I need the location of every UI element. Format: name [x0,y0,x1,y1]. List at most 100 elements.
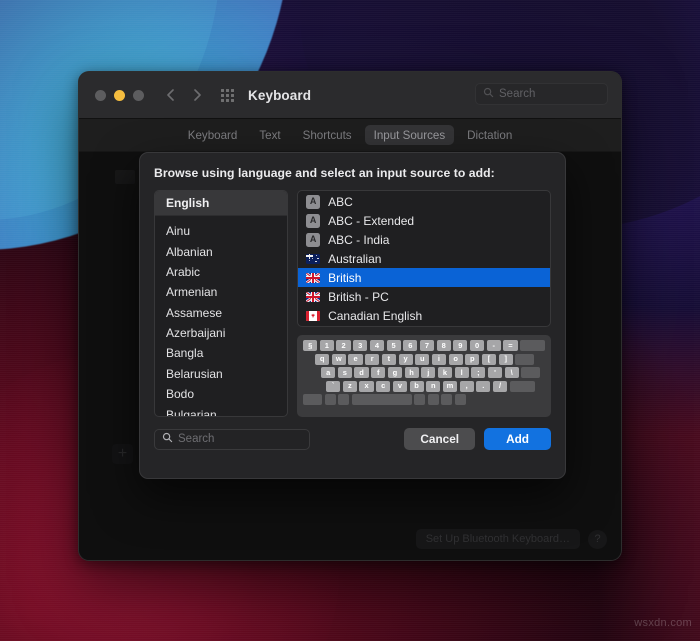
input-source-item-british[interactable]: British [298,268,550,287]
keyboard-key-modifier [427,394,439,405]
keyboard-key-modifier [509,380,535,392]
language-item-bulgarian[interactable]: Bulgarian [155,404,287,416]
language-list: Ainu Albanian Arabic Armenian Assamese A… [155,216,287,416]
keyboard-key: \ [504,367,519,378]
tab-shortcuts[interactable]: Shortcuts [294,125,361,145]
keyboard-key: d [354,367,369,378]
keyboard-key: e [348,353,363,365]
keyboard-key: 7 [419,340,435,351]
language-item-assamese[interactable]: Assamese [155,303,287,323]
input-source-label: Canadian English [328,308,423,323]
toolbar-search-field[interactable]: Search [475,83,608,105]
keyboard-key-modifier [338,394,350,405]
keyboard-key: 9 [453,340,468,351]
language-item-belarusian[interactable]: Belarusian [155,364,287,384]
grid-apps-icon[interactable] [221,88,234,102]
language-item-bangla[interactable]: Bangla [155,343,287,363]
input-source-item-canadian-english[interactable]: Canadian English [298,306,550,325]
add-input-source-sheet: Browse using language and select an inpu… [139,152,566,479]
keyboard-key: c [376,380,391,392]
abc-letter-icon: A [306,213,321,228]
keyboard-key-modifier [515,353,535,365]
keyboard-key: o [448,353,463,365]
input-source-list-panel[interactable]: A ABC A ABC - Extended A ABC - India Aus… [297,190,551,327]
chevron-left-icon[interactable] [164,88,178,102]
sheet-title: Browse using language and select an inpu… [154,166,495,180]
keyboard-key: m [442,380,458,392]
language-item-azerbaijani[interactable]: Azerbaijani [155,323,287,343]
keyboard-key: z [342,380,357,392]
sheet-search-input[interactable]: Search [154,428,310,450]
toolbar-search-placeholder: Search [499,88,536,100]
keyboard-key: 6 [403,340,418,351]
input-source-label: Australian [328,251,382,266]
keyboard-key: i [431,353,447,365]
language-item-armenian[interactable]: Armenian [155,282,287,302]
add-button[interactable]: Add [484,428,551,450]
keyboard-key: f [371,367,386,378]
flag-australia-icon [306,253,321,264]
keyboard-row-qwerty: q w e r t y u i o p[] [303,353,545,365]
keyboard-key: v [392,380,407,392]
keyboard-preferences-window: Keyboard Search Keyboard Text Shortcuts … [78,71,622,561]
keyboard-key: 5 [386,340,401,351]
sheet-search-placeholder: Search [178,433,215,445]
keyboard-key: b [409,380,424,392]
keyboard-key: 3 [353,340,368,351]
minimize-button[interactable] [114,89,125,101]
keyboard-key: t [381,353,396,365]
language-item-arabic[interactable]: Arabic [155,262,287,282]
input-source-label: ABC [328,194,353,209]
tab-keyboard[interactable]: Keyboard [179,125,247,145]
language-item-ainu[interactable]: Ainu [155,221,287,241]
keyboard-key: q [315,353,330,365]
keyboard-row-numbers: § 1 2 3 4 5 6 7 8 9 0- = [303,340,545,351]
keyboard-key-modifier [521,367,541,378]
keyboard-key: 2 [336,340,351,351]
sheet-body: English Ainu Albanian Arabic Armenian As… [154,190,551,417]
keyboard-key: p [465,353,480,365]
keyboard-key: . [476,380,491,392]
input-source-item-australian[interactable]: Australian [298,249,550,268]
close-button[interactable] [95,89,106,101]
input-source-item-abc[interactable]: A ABC [298,192,550,211]
keyboard-key: 8 [436,340,451,351]
keyboard-layout-preview: § 1 2 3 4 5 6 7 8 9 0- = q w e r t y u i o p[] a s d f g h j k l; ' \ … [297,335,551,417]
sheet-footer: Search Cancel Add [154,428,551,450]
flag-uk-icon [306,291,321,302]
keyboard-key-modifier [441,394,453,405]
tab-text[interactable]: Text [250,125,289,145]
tab-input-sources[interactable]: Input Sources [364,125,455,145]
keyboard-key: k [437,367,453,378]
language-item-bodo[interactable]: Bodo [155,384,287,404]
keyboard-key: [ [481,353,497,365]
keyboard-key-modifier [303,394,323,405]
keyboard-key: 1 [319,340,334,351]
keyboard-key: - [486,340,501,351]
page-title: Keyboard [248,87,312,103]
input-source-item-british-pc[interactable]: British - PC [298,287,550,306]
language-list-panel[interactable]: English Ainu Albanian Arabic Armenian As… [154,190,289,417]
keyboard-row-home: a s d f g h j k l; ' \ [303,367,545,378]
search-icon [483,85,494,103]
input-source-label: British [328,270,362,285]
abc-letter-icon: A [306,194,321,209]
watermark: wsxdn.com [634,617,692,629]
keyboard-key-modifier [520,340,545,351]
keyboard-key: y [398,353,413,365]
language-item-albanian[interactable]: Albanian [155,241,287,261]
keyboard-key: g [387,367,402,378]
input-source-item-abc-india[interactable]: A ABC - India [298,230,550,249]
language-item-selected[interactable]: English [155,191,288,216]
tab-dictation[interactable]: Dictation [458,125,521,145]
input-source-item-abc-extended[interactable]: A ABC - Extended [298,211,550,230]
keyboard-key: l [454,367,469,378]
zoom-button[interactable] [133,89,144,101]
input-source-label: ABC - Extended [328,213,415,228]
keyboard-key: h [404,367,419,378]
keyboard-key-modifier [324,394,336,405]
keyboard-key-space [351,394,412,405]
keyboard-key: u [415,353,430,365]
cancel-button[interactable]: Cancel [404,428,476,450]
chevron-right-icon[interactable] [190,88,204,102]
